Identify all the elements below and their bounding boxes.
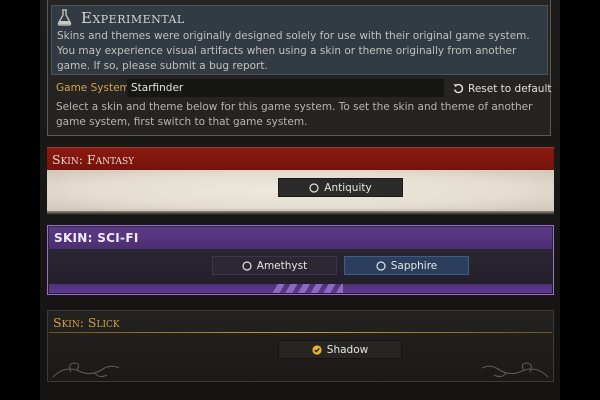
skin-slick-section: Skin: Slick Shadow (47, 310, 554, 382)
skin-scifi-header: SKIN: SCI-FI (49, 227, 552, 249)
skin-scifi-title: SKIN: SCI-FI (54, 231, 139, 245)
theme-amethyst-button[interactable]: Amethyst (212, 256, 337, 275)
settings-page: Experimental Skins and themes were origi… (0, 0, 600, 400)
skin-slick-title: Skin: Slick (53, 315, 120, 330)
right-flourish-ornament (481, 362, 549, 378)
theme-sapphire-button[interactable]: Sapphire (344, 256, 469, 275)
check-circle-icon (312, 344, 322, 355)
game-system-select[interactable]: Starfinder (127, 79, 444, 97)
experimental-text: Skins and themes were originally designe… (57, 30, 530, 72)
experimental-notice: Experimental Skins and themes were origi… (51, 5, 548, 75)
radio-circle-icon (242, 260, 252, 271)
theme-shadow-label: Shadow (326, 343, 369, 356)
theme-amethyst-label: Amethyst (256, 259, 308, 272)
scifi-stripe-decoration (273, 284, 343, 293)
radio-circle-icon (376, 260, 386, 271)
skin-settings-panel: Experimental Skins and themes were origi… (40, 0, 560, 400)
parchment-edge (47, 209, 554, 215)
undo-icon (453, 83, 464, 94)
flask-icon (57, 9, 72, 26)
skin-help-text: Select a skin and theme below for this g… (56, 101, 533, 128)
experimental-title: Experimental (81, 9, 185, 27)
radio-circle-icon (309, 182, 319, 193)
theme-antiquity-label: Antiquity (324, 181, 372, 194)
skin-scifi-section: SKIN: SCI-FI Amethyst Sapphire (47, 225, 554, 295)
skin-fantasy-title: Skin: Fantasy (52, 152, 135, 167)
theme-shadow-button[interactable]: Shadow (278, 340, 402, 359)
game-system-label: Game System (56, 82, 130, 94)
reset-label: Reset to default (468, 82, 552, 95)
reset-to-default-button[interactable]: Reset to default (453, 80, 552, 97)
left-flourish-ornament (52, 362, 120, 378)
theme-antiquity-button[interactable]: Antiquity (278, 178, 403, 197)
skin-fantasy-section: Skin: Fantasy Antiquity (47, 147, 554, 215)
slick-header-rule (49, 332, 552, 333)
theme-sapphire-label: Sapphire (390, 259, 438, 272)
skin-fantasy-header: Skin: Fantasy (47, 147, 554, 170)
experimental-section: Experimental Skins and themes were origi… (47, 0, 552, 136)
